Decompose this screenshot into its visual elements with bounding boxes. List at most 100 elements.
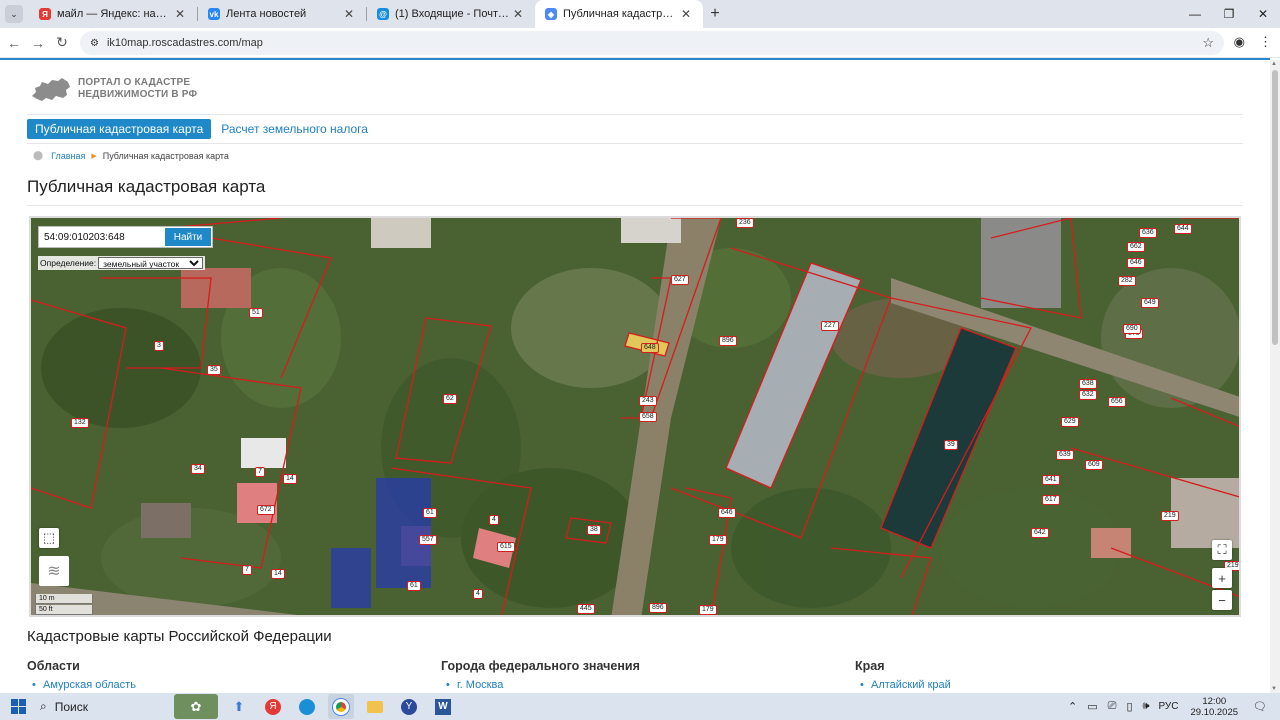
region-link[interactable]: Алтайский край [855,679,951,691]
windows-start-icon[interactable] [6,699,30,714]
nav-land-tax-link[interactable]: Расчет земельного налога [221,122,368,136]
widgets-icon[interactable]: ✿ [174,694,218,719]
address-bar[interactable]: ⚙ ik10map.roscadastres.com/map ☆ [80,31,1224,55]
file-transfer-icon[interactable]: ⬆ [226,694,252,719]
parcel-number-label[interactable]: 227 [821,321,839,331]
site-logo[interactable]: ПОРТАЛ О КАДАСТРЕ НЕДВИЖИМОСТИ В РФ [30,74,197,104]
volume-icon[interactable]: 🕪 [1143,700,1150,713]
parcel-number-label[interactable]: 236 [736,218,754,228]
parcel-number-label[interactable]: 658 [639,412,657,422]
forward-arrow-icon[interactable]: → [26,35,50,51]
parcel-number-label[interactable]: 38 [587,525,601,535]
close-tab-icon[interactable]: ✕ [511,7,525,21]
zoom-out-button[interactable]: − [1212,590,1232,610]
parcel-number-label[interactable]: 39 [944,440,958,450]
parcel-number-label[interactable]: 641 [1042,475,1060,485]
edge-icon[interactable] [294,694,320,719]
parcel-number-label[interactable]: 615 [497,542,515,552]
close-window-icon[interactable]: ✕ [1246,0,1280,28]
chevron-up-icon[interactable]: ⌃ [1068,700,1077,713]
find-button[interactable]: Найти [165,228,211,246]
back-arrow-icon[interactable]: ← [2,35,26,51]
close-tab-icon[interactable]: ✕ [679,7,693,21]
parcel-number-label[interactable]: 609 [1085,460,1103,470]
page-scrollbar[interactable]: ▲ ▼ [1270,60,1280,693]
select-area-icon[interactable]: ⬚ [39,528,59,548]
browser-tab-active[interactable]: ◆ Публичная кадастровая карта ✕ [535,0,703,28]
tab-search-button[interactable]: ⌄ [5,5,23,23]
parcel-number-label[interactable]: 648 [641,343,659,353]
close-tab-icon[interactable]: ✕ [173,7,187,21]
scrollbar-thumb[interactable] [1272,70,1278,345]
close-tab-icon[interactable]: ✕ [342,7,356,21]
definition-select[interactable]: земельный участок [98,257,204,269]
region-link[interactable]: г. Москва [441,679,640,691]
yandex-browser-icon[interactable]: Я [260,694,286,719]
layers-icon[interactable]: ≋ [39,556,69,586]
word-icon[interactable]: W [430,694,456,719]
parcel-number-label[interactable]: 656 [1108,397,1126,407]
browser-tab[interactable]: Я майл — Яндекс: нашлось 5 млн ✕ [29,0,197,28]
battery-icon[interactable]: ▯ [1126,700,1132,713]
parcel-number-label[interactable]: 690 [1123,324,1141,334]
menu-dots-icon[interactable]: ⋮ [1259,34,1272,50]
yandex-app-icon[interactable]: Y [396,694,422,719]
cadastral-number-input[interactable] [39,227,159,247]
parcel-number-label[interactable]: 7 [242,565,252,575]
parcel-number-label[interactable]: 445 [577,604,595,614]
parcel-number-label[interactable]: 636 [1139,228,1157,238]
nav-cadastral-map[interactable]: Публичная кадастровая карта [27,119,212,139]
parcel-number-label[interactable]: 649 [1141,298,1159,308]
parcel-number-label[interactable]: 61 [423,508,437,518]
parcel-number-label[interactable]: 14 [283,474,297,484]
zoom-in-button[interactable]: + [1212,568,1232,588]
browser-tab[interactable]: @ (1) Входящие - Почта Mail ✕ [367,0,535,28]
parcel-number-label[interactable]: 179 [699,605,717,615]
parcel-number-label[interactable]: 646 [1127,258,1145,268]
scroll-down-icon[interactable]: ▼ [1271,686,1277,692]
bookmark-star-icon[interactable]: ☆ [1202,35,1214,51]
parcel-number-label[interactable]: 4 [473,589,483,599]
parcel-number-label[interactable]: 7 [255,467,265,477]
parcel-number-label[interactable]: 557 [419,535,437,545]
parcel-number-label[interactable]: 644 [1174,224,1192,234]
parcel-number-label[interactable]: 219 [1161,511,1179,521]
url-text[interactable]: ik10map.roscadastres.com/map [107,37,263,49]
parcel-number-label[interactable]: 282 [1118,276,1136,286]
site-info-icon[interactable]: ⚙ [90,38,99,49]
parcel-number-label[interactable]: 632 [1079,390,1097,400]
new-tab-button[interactable]: + [703,5,727,23]
parcel-number-label[interactable]: 35 [207,365,221,375]
parcel-number-label[interactable]: 896 [719,336,737,346]
scroll-up-icon[interactable]: ▲ [1271,61,1277,67]
language-indicator[interactable]: РУС [1158,701,1178,712]
parcel-number-label[interactable]: 243 [639,396,657,406]
parcel-number-label[interactable]: 62 [443,394,457,404]
region-link[interactable]: Амурская область [27,679,136,691]
parcel-number-label[interactable]: 179 [709,535,727,545]
minimize-icon[interactable]: — [1178,0,1212,28]
display-icon[interactable]: ▭ [1087,700,1097,713]
taskbar-search[interactable]: ⌕ Поиск [40,699,88,714]
breadcrumb-home-link[interactable]: Главная [51,151,85,161]
parcel-number-label[interactable]: 629 [1061,417,1079,427]
parcel-number-label[interactable]: 662 [1127,242,1145,252]
parcel-number-label[interactable]: 672 [257,505,275,515]
parcel-number-label[interactable]: 4 [489,515,499,525]
parcel-number-label[interactable]: 638 [1079,379,1097,389]
restore-icon[interactable]: ❐ [1212,0,1246,28]
parcel-number-label[interactable]: 896 [649,603,667,613]
parcel-number-label[interactable]: 639 [1056,450,1074,460]
clock[interactable]: 12:00 29.10.2025 [1190,696,1238,718]
parcel-number-label[interactable]: 51 [249,308,263,318]
cadastral-map[interactable]: Найти Определение: земельный участок 648… [29,216,1241,617]
parcel-number-label[interactable]: 34 [191,464,205,474]
parcel-number-label[interactable]: 627 [671,275,689,285]
parcel-number-label[interactable]: 3 [154,341,164,351]
parcel-number-label[interactable]: 642 [1031,528,1049,538]
profile-icon[interactable]: ◉ [1234,34,1245,50]
network-icon[interactable]: ⎚ [1108,700,1117,713]
parcel-number-label[interactable]: 646 [718,508,736,518]
reload-icon[interactable]: ↻ [50,34,74,51]
fullscreen-icon[interactable]: ⛶ [1212,540,1232,560]
